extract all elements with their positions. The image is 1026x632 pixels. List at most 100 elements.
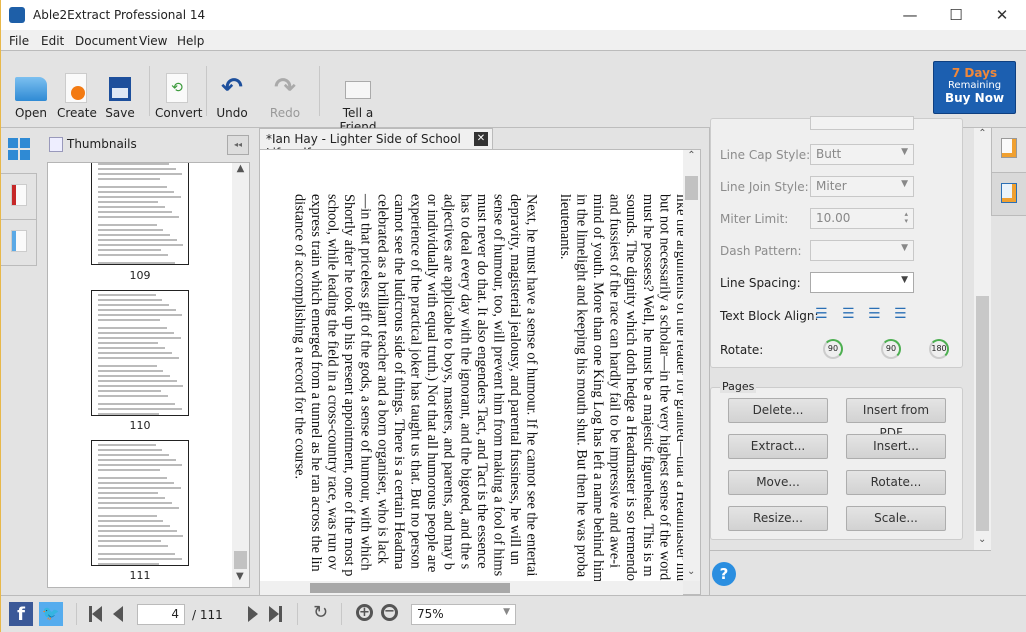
zoom-in-icon[interactable]: + <box>356 604 373 621</box>
next-page-icon[interactable] <box>248 606 258 622</box>
convert-icon: ⟲ <box>166 73 188 103</box>
document-horizontal-scrollbar[interactable] <box>260 581 683 595</box>
scroll-down-icon[interactable]: ⌄ <box>687 566 695 577</box>
menu-view[interactable]: View <box>139 34 167 48</box>
thumbnail-page-111[interactable] <box>91 440 189 566</box>
menu-file[interactable]: File <box>9 34 29 48</box>
minimize-button[interactable]: — <box>887 4 933 26</box>
text-line: experience of the practical joker has ta… <box>407 194 424 569</box>
zoom-dropdown[interactable]: 75% ▼ <box>411 604 516 625</box>
align-right-icon[interactable]: ☰ <box>868 306 881 322</box>
save-label: Save <box>105 106 135 120</box>
toolbar-separator <box>206 66 207 116</box>
line-join-label: Line Join Style: <box>720 180 809 194</box>
buy-now-button[interactable]: 7 Days Remaining Buy Now <box>933 61 1016 114</box>
chevron-down-icon: ▼ <box>901 147 908 157</box>
tell-a-friend-button[interactable]: Tell a Friend <box>327 73 389 134</box>
rotate-label: Rotate: <box>720 343 764 357</box>
thumbnail-text-line <box>98 332 174 334</box>
convert-button[interactable]: ⟲ Convert <box>155 73 203 120</box>
redo-button[interactable]: ↷ Redo <box>269 73 301 120</box>
thumbnail-text-line <box>98 304 170 306</box>
extract-pages-button[interactable]: Extract... <box>728 434 828 459</box>
undo-button[interactable]: ↶ Undo <box>215 73 249 120</box>
previous-page-icon[interactable] <box>113 606 123 622</box>
convert-label: Convert <box>155 106 203 120</box>
document-vertical-scrollbar[interactable]: ⌃ ⌄ <box>683 150 700 581</box>
menu-document[interactable]: Document <box>75 34 137 48</box>
rotate-view-icon[interactable]: ↻ <box>313 602 328 623</box>
scroll-up-icon[interactable]: ⌃ <box>683 150 700 161</box>
edit-text-tab[interactable] <box>991 128 1026 172</box>
help-icon[interactable]: ? <box>712 562 736 586</box>
properties-scrollbar[interactable]: ⌃ ⌄ <box>974 128 991 550</box>
cut-off-field[interactable] <box>810 116 914 130</box>
insert-pages-button[interactable]: Insert... <box>846 434 946 459</box>
bookmarks-tab[interactable] <box>1 174 37 220</box>
attachments-tab[interactable] <box>1 220 37 266</box>
align-justify-icon[interactable]: ☰ <box>894 306 907 322</box>
collapse-panel-button[interactable]: ◂◂ <box>227 135 249 155</box>
open-button[interactable]: Open <box>13 73 49 120</box>
thumbnails-tab[interactable] <box>1 128 37 174</box>
zoom-out-icon[interactable]: − <box>381 604 398 621</box>
scroll-down-icon[interactable]: ⌄ <box>978 534 986 545</box>
spinner-arrows-icon[interactable]: ▴ ▾ <box>904 211 908 225</box>
dash-pattern-dropdown[interactable]: ▼ <box>810 240 914 261</box>
scrollbar-thumb[interactable] <box>234 551 247 569</box>
thumbnail-text-line <box>98 294 156 296</box>
line-join-dropdown[interactable]: Miter ▼ <box>810 176 914 197</box>
text-block-align-label: Text Block Align: <box>720 309 819 323</box>
scrollbar-thumb[interactable] <box>310 583 510 593</box>
thumbnail-page-109[interactable] <box>91 163 189 265</box>
text-line: express train which emerged from a tunne… <box>307 194 324 572</box>
rotate-90-cw-button[interactable]: 90 <box>881 339 901 359</box>
menu-edit[interactable]: Edit <box>41 34 64 48</box>
close-button[interactable]: ✕ <box>979 4 1025 26</box>
thumbnail-text-line <box>98 449 163 451</box>
miter-limit-spinner[interactable]: 10.00 ▴ ▾ <box>810 208 914 229</box>
text-line: sense of humour, too, will prevent him f… <box>490 194 507 577</box>
menu-help[interactable]: Help <box>177 34 204 48</box>
page-number-input[interactable]: 4 <box>137 604 185 625</box>
scroll-up-icon[interactable]: ▲ <box>232 163 249 174</box>
resize-pages-button[interactable]: Resize... <box>728 506 828 531</box>
redo-icon: ↷ <box>274 73 296 103</box>
line-spacing-dropdown[interactable]: ▼ <box>810 272 914 293</box>
rotate-pages-button[interactable]: Rotate... <box>846 470 946 495</box>
close-tab-icon[interactable]: ✕ <box>474 132 488 146</box>
scrollbar-thumb[interactable] <box>976 296 989 531</box>
rotate-180-button[interactable]: 180 <box>929 339 949 359</box>
thumbnail-text-line <box>98 249 162 251</box>
thumbnail-text-line <box>98 535 184 537</box>
last-page-bar <box>279 606 282 622</box>
align-center-icon[interactable]: ☰ <box>842 306 855 322</box>
facebook-icon[interactable]: f <box>9 602 33 626</box>
move-pages-button[interactable]: Move... <box>728 470 828 495</box>
edit-form-tab[interactable] <box>991 172 1026 216</box>
rotate-90-ccw-button[interactable]: 90 <box>823 339 843 359</box>
align-left-icon[interactable]: ☰ <box>815 306 828 322</box>
save-button[interactable]: Save <box>105 73 135 120</box>
thumbnail-page-110[interactable] <box>91 290 189 416</box>
scroll-down-icon[interactable]: ▼ <box>236 571 244 582</box>
thumbnail-text-line <box>98 482 174 484</box>
envelope-icon <box>345 81 371 99</box>
maximize-button[interactable]: ☐ <box>933 4 979 26</box>
scale-pages-button[interactable]: Scale... <box>846 506 946 531</box>
last-page-icon[interactable] <box>269 606 279 622</box>
thumbnail-text-line <box>98 477 168 479</box>
delete-pages-button[interactable]: Delete... <box>728 398 828 423</box>
first-page-arrow[interactable] <box>92 606 102 622</box>
insert-from-pdf-button[interactable]: Insert from PDF... <box>846 398 946 440</box>
scrollbar-thumb[interactable] <box>685 176 698 200</box>
twitter-icon[interactable]: 🐦 <box>39 602 63 626</box>
pdf-page[interactable]: like the arguments of the reader for gra… <box>260 150 683 581</box>
scroll-up-icon[interactable]: ⌃ <box>974 128 991 139</box>
document-tab[interactable]: *Ian Hay - Lighter Side of School Life.p… <box>259 128 493 160</box>
thumbnails-scrollbar[interactable]: ▲ ▼ <box>232 163 249 587</box>
line-cap-dropdown[interactable]: Butt ▼ <box>810 144 914 165</box>
create-button[interactable]: Create <box>57 73 97 120</box>
thumbnail-text-line <box>98 553 175 555</box>
text-line: school, while leading the field in a cro… <box>324 194 341 570</box>
